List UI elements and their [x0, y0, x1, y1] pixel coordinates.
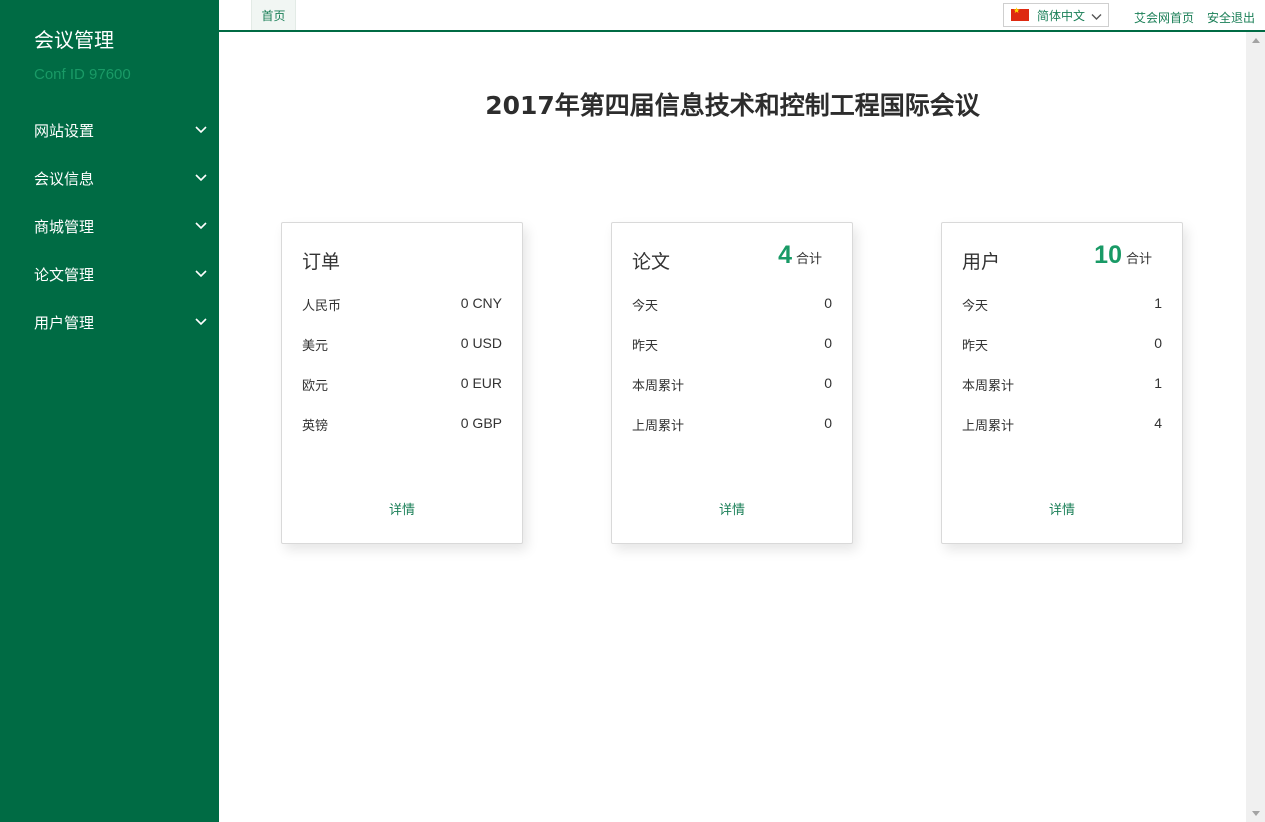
card-row: 欧元 0 EUR: [302, 375, 502, 395]
row-label: 欧元: [302, 379, 329, 394]
chevron-down-icon: [183, 126, 219, 134]
chevron-down-icon: [1091, 10, 1102, 24]
details-link[interactable]: 详情: [612, 499, 852, 518]
chevron-down-icon: [183, 174, 219, 182]
details-link[interactable]: 详情: [942, 499, 1182, 518]
sidebar-item-website-settings[interactable]: 网站设置: [0, 110, 219, 150]
row-label: 今天: [632, 299, 659, 314]
row-value: 0: [824, 415, 832, 431]
page-title: 2017年第四届信息技术和控制工程国际会议: [485, 91, 980, 120]
row-label: 上周累计: [962, 419, 1015, 434]
card-title: 用户: [962, 251, 1001, 273]
row-value: 0 GBP: [460, 415, 502, 431]
china-flag-icon: [1011, 6, 1029, 21]
row-label: 本周累计: [632, 379, 685, 394]
scroll-up-arrow-icon[interactable]: [1252, 38, 1260, 43]
card-total: 4 合计: [778, 241, 822, 270]
row-label: 英镑: [302, 419, 329, 434]
sidebar-item-label: 会议信息: [34, 169, 95, 188]
row-label: 人民币: [302, 299, 342, 314]
chevron-down-icon: [183, 318, 219, 326]
card-row: 本周累计 0: [632, 375, 832, 395]
sidebar-item-label: 商城管理: [34, 217, 95, 236]
conf-id: Conf ID 97600: [34, 66, 131, 83]
row-value: 0 CNY: [460, 295, 502, 311]
sidebar-item-label: 论文管理: [34, 265, 95, 284]
card-title: 论文: [632, 251, 671, 273]
top-bar: 首页 简体中文 艾会网首页 安全退出: [219, 0, 1265, 32]
sidebar-item-label: 网站设置: [34, 121, 95, 140]
papers-card: 论文 4 合计 今天 0 昨天 0 本周累计 0 上周累计 0 详情: [611, 222, 853, 544]
card-row: 今天 1: [962, 295, 1162, 315]
row-value: 0 USD: [460, 335, 502, 351]
row-value: 0: [824, 375, 832, 391]
card-row: 昨天 0: [962, 335, 1162, 355]
tab-home[interactable]: 首页: [251, 0, 296, 30]
total-label: 合计: [795, 252, 822, 267]
row-label: 本周累计: [962, 379, 1015, 394]
sidebar-item-label: 用户管理: [34, 313, 95, 332]
sidebar-item-users[interactable]: 用户管理: [0, 302, 219, 342]
row-label: 美元: [302, 339, 329, 354]
orders-card: 订单 人民币 0 CNY 美元 0 USD 欧元 0 EUR 英镑 0 GBP …: [281, 222, 523, 544]
total-count: 4: [778, 241, 792, 269]
row-value: 1: [1154, 295, 1162, 311]
card-row: 今天 0: [632, 295, 832, 315]
card-total: 10 合计: [1094, 241, 1152, 270]
row-value: 1: [1154, 375, 1162, 391]
card-row: 美元 0 USD: [302, 335, 502, 355]
chevron-down-icon: [183, 222, 219, 230]
card-row: 昨天 0: [632, 335, 832, 355]
card-row: 上周累计 0: [632, 415, 832, 435]
card-row: 本周累计 1: [962, 375, 1162, 395]
chevron-down-icon: [183, 270, 219, 278]
row-label: 上周累计: [632, 419, 685, 434]
sidebar-item-store[interactable]: 商城管理: [0, 206, 219, 246]
logout-link[interactable]: 安全退出: [1207, 9, 1255, 26]
total-label: 合计: [1125, 252, 1152, 267]
card-title: 订单: [302, 251, 341, 273]
row-value: 0 EUR: [460, 375, 502, 391]
language-label: 简体中文: [1037, 8, 1086, 23]
row-value: 4: [1154, 415, 1162, 431]
sidebar-title: 会议管理: [34, 28, 114, 52]
language-select[interactable]: 简体中文: [1003, 3, 1109, 27]
details-link[interactable]: 详情: [282, 499, 522, 518]
row-value: 0: [1154, 335, 1162, 351]
row-label: 今天: [962, 299, 989, 314]
sidebar-item-papers[interactable]: 论文管理: [0, 254, 219, 294]
row-value: 0: [824, 295, 832, 311]
card-row: 上周累计 4: [962, 415, 1162, 435]
sidebar: 会议管理 Conf ID 97600 网站设置 会议信息 商城管理 论文管理 用…: [0, 0, 219, 822]
total-count: 10: [1094, 241, 1122, 269]
row-label: 昨天: [962, 339, 989, 354]
scrollbar[interactable]: [1246, 32, 1265, 822]
row-label: 昨天: [632, 339, 659, 354]
sidebar-item-conference-info[interactable]: 会议信息: [0, 158, 219, 198]
scroll-down-arrow-icon[interactable]: [1252, 811, 1260, 816]
card-row: 英镑 0 GBP: [302, 415, 502, 435]
users-card: 用户 10 合计 今天 1 昨天 0 本周累计 1 上周累计 4 详情: [941, 222, 1183, 544]
site-home-link[interactable]: 艾会网首页: [1134, 9, 1194, 26]
row-value: 0: [824, 335, 832, 351]
card-row: 人民币 0 CNY: [302, 295, 502, 315]
